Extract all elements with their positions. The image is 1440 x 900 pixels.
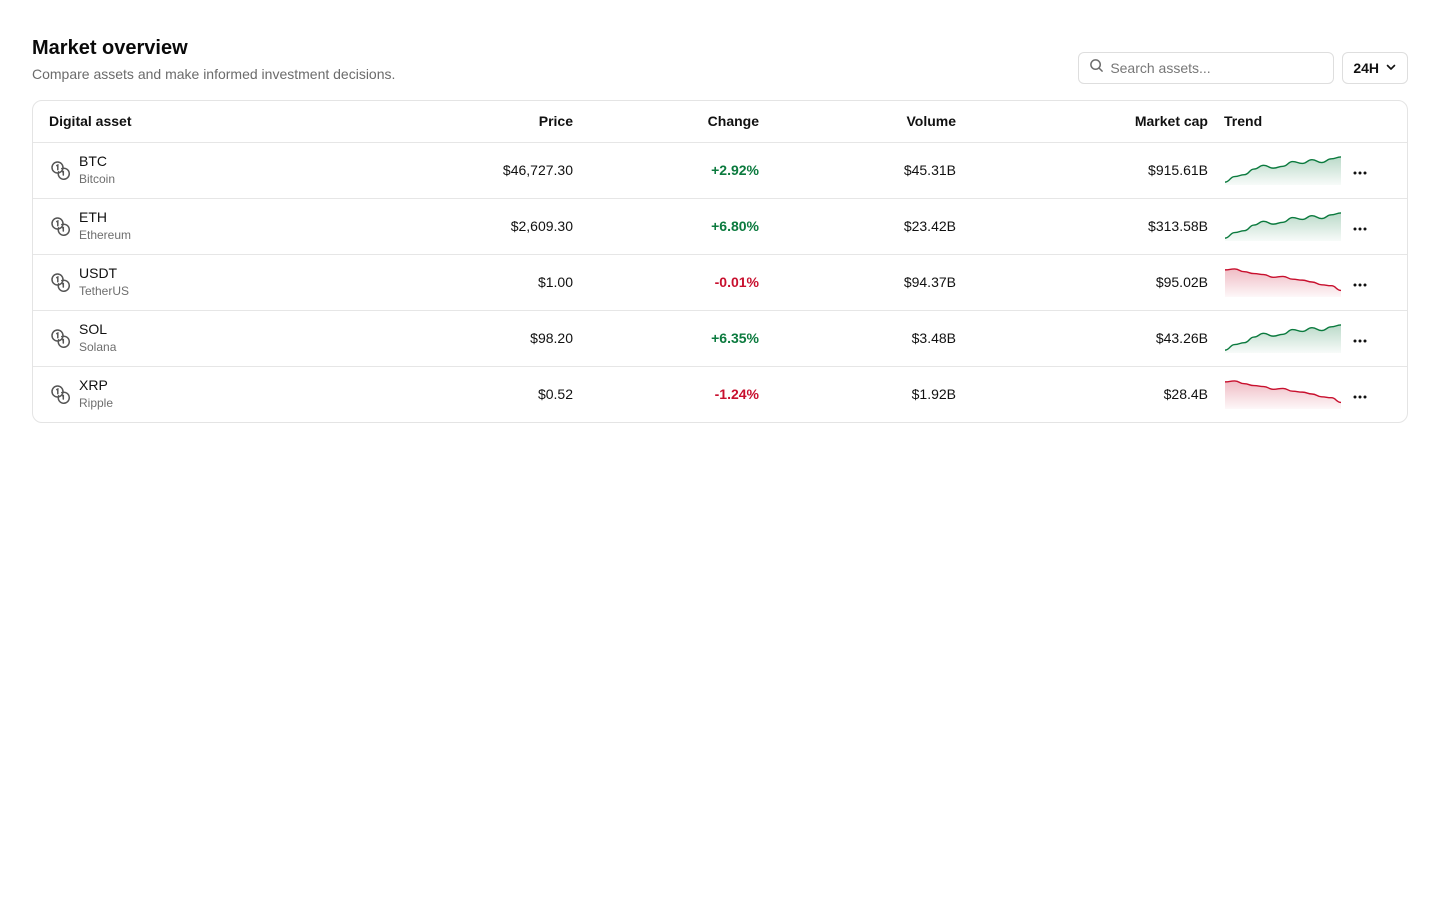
trend-cell [1208, 142, 1344, 199]
toolbar: 24H [1078, 52, 1408, 84]
price-cell: $0.52 [537, 386, 573, 403]
sparkline-area [1225, 381, 1341, 410]
asset-symbol: SOL [79, 321, 108, 337]
assets-table-card: Digital asset Price Change Volume Market… [32, 100, 1408, 423]
asset-symbol: USDT [79, 265, 118, 281]
trend-cell [1208, 254, 1344, 311]
market-cap-cell: $28.4B [1163, 386, 1208, 403]
coins-icon [49, 159, 71, 181]
volume-cell: $45.31B [759, 142, 956, 199]
table-header-row: Digital asset Price Change Volume Market… [33, 101, 1407, 143]
more-horizontal-icon [1353, 331, 1367, 346]
volume-cell: $94.37B [759, 254, 956, 311]
market-overview-page: Market overview Compare assets and make … [32, 32, 1408, 423]
asset-cell: USDT TetherUS [33, 264, 333, 300]
column-header-price: Price [333, 101, 573, 143]
market-cap-cell: $95.02B [956, 254, 1208, 311]
table-row[interactable]: SOL Solana $98.20 +6.35% $3.48B $43.26B [33, 310, 1407, 367]
row-actions-button[interactable] [1346, 212, 1374, 240]
coins-icon [49, 215, 71, 237]
more-horizontal-icon [1353, 219, 1367, 234]
coins-icon [49, 271, 71, 293]
row-actions-button[interactable] [1346, 324, 1374, 352]
asset-name: Ethereum [79, 228, 132, 242]
market-cap-cell: $43.26B [956, 310, 1208, 367]
time-range-select[interactable]: 24H [1342, 52, 1408, 84]
market-cap-cell: $313.58B [956, 198, 1208, 255]
asset-name: Bitcoin [79, 172, 116, 186]
asset-name: TetherUS [79, 284, 130, 298]
column-header-change: Change [573, 101, 759, 143]
sparkline-area [1225, 324, 1341, 353]
sparkline-area [1225, 268, 1341, 297]
price-cell: $46,727.30 [333, 142, 573, 199]
price-cell: $1.00 [333, 254, 573, 311]
asset-cell: XRP Ripple [33, 376, 333, 412]
asset-name: Solana [79, 340, 117, 354]
more-horizontal-icon [1353, 275, 1367, 290]
coins-icon [49, 383, 71, 405]
change-cell: -0.01% [573, 254, 759, 311]
asset-name: Ripple [79, 396, 114, 411]
sparkline-chart [1224, 380, 1342, 410]
price-cell: $2,609.30 [333, 198, 573, 255]
column-header-actions [1344, 101, 1407, 143]
sparkline-chart [1224, 156, 1342, 185]
column-header-volume: Volume [759, 101, 956, 143]
time-range-label: 24H [1353, 60, 1379, 76]
change-cell: -1.24% [714, 386, 759, 403]
table-row[interactable]: XRP Ripple $0.52 -1.24% $1.92B $28.4B [33, 366, 1407, 422]
table-row[interactable]: ETH Ethereum $2,609.30 +6.80% $23.42B $3… [33, 198, 1407, 255]
sparkline-chart [1224, 324, 1342, 353]
column-header-market-cap: Market cap [956, 101, 1208, 143]
volume-cell: $3.48B [759, 310, 956, 367]
asset-cell: ETH Ethereum [33, 208, 333, 244]
change-cell: +2.92% [573, 142, 759, 199]
trend-cell [1208, 366, 1344, 422]
more-horizontal-icon [1353, 387, 1367, 402]
more-horizontal-icon [1353, 163, 1367, 178]
asset-cell: BTC Bitcoin [33, 152, 333, 188]
row-actions-button[interactable] [1346, 156, 1374, 184]
row-actions-button[interactable] [1346, 268, 1374, 296]
search-input[interactable] [1110, 60, 1324, 76]
search-box[interactable] [1078, 52, 1335, 84]
market-cap-cell: $915.61B [956, 142, 1208, 199]
trend-cell [1208, 198, 1344, 255]
asset-symbol: BTC [79, 153, 107, 169]
sparkline-chart [1224, 212, 1342, 241]
sparkline-area [1225, 212, 1341, 241]
sparkline-area [1225, 156, 1341, 185]
asset-symbol: ETH [79, 209, 107, 225]
column-header-asset: Digital asset [33, 101, 333, 143]
sparkline-chart [1224, 268, 1342, 297]
column-header-trend: Trend [1208, 101, 1344, 143]
row-actions-button[interactable] [1346, 380, 1374, 408]
change-cell: +6.80% [573, 198, 759, 255]
asset-symbol: XRP [79, 377, 108, 394]
trend-cell [1208, 310, 1344, 367]
volume-cell: $1.92B [911, 386, 956, 403]
price-cell: $98.20 [333, 310, 573, 367]
coins-icon [49, 327, 71, 349]
asset-cell: SOL Solana [33, 320, 333, 356]
search-icon [1089, 58, 1104, 78]
volume-cell: $23.42B [759, 198, 956, 255]
change-cell: +6.35% [573, 310, 759, 367]
table-row[interactable]: BTC Bitcoin $46,727.30 +2.92% $45.31B $9… [33, 142, 1407, 199]
chevron-down-icon [1385, 60, 1397, 76]
table-row[interactable]: USDT TetherUS $1.00 -0.01% $94.37B $95.0… [33, 254, 1407, 311]
page-header: Market overview Compare assets and make … [32, 34, 1408, 100]
assets-table: Digital asset Price Change Volume Market… [33, 101, 1407, 422]
